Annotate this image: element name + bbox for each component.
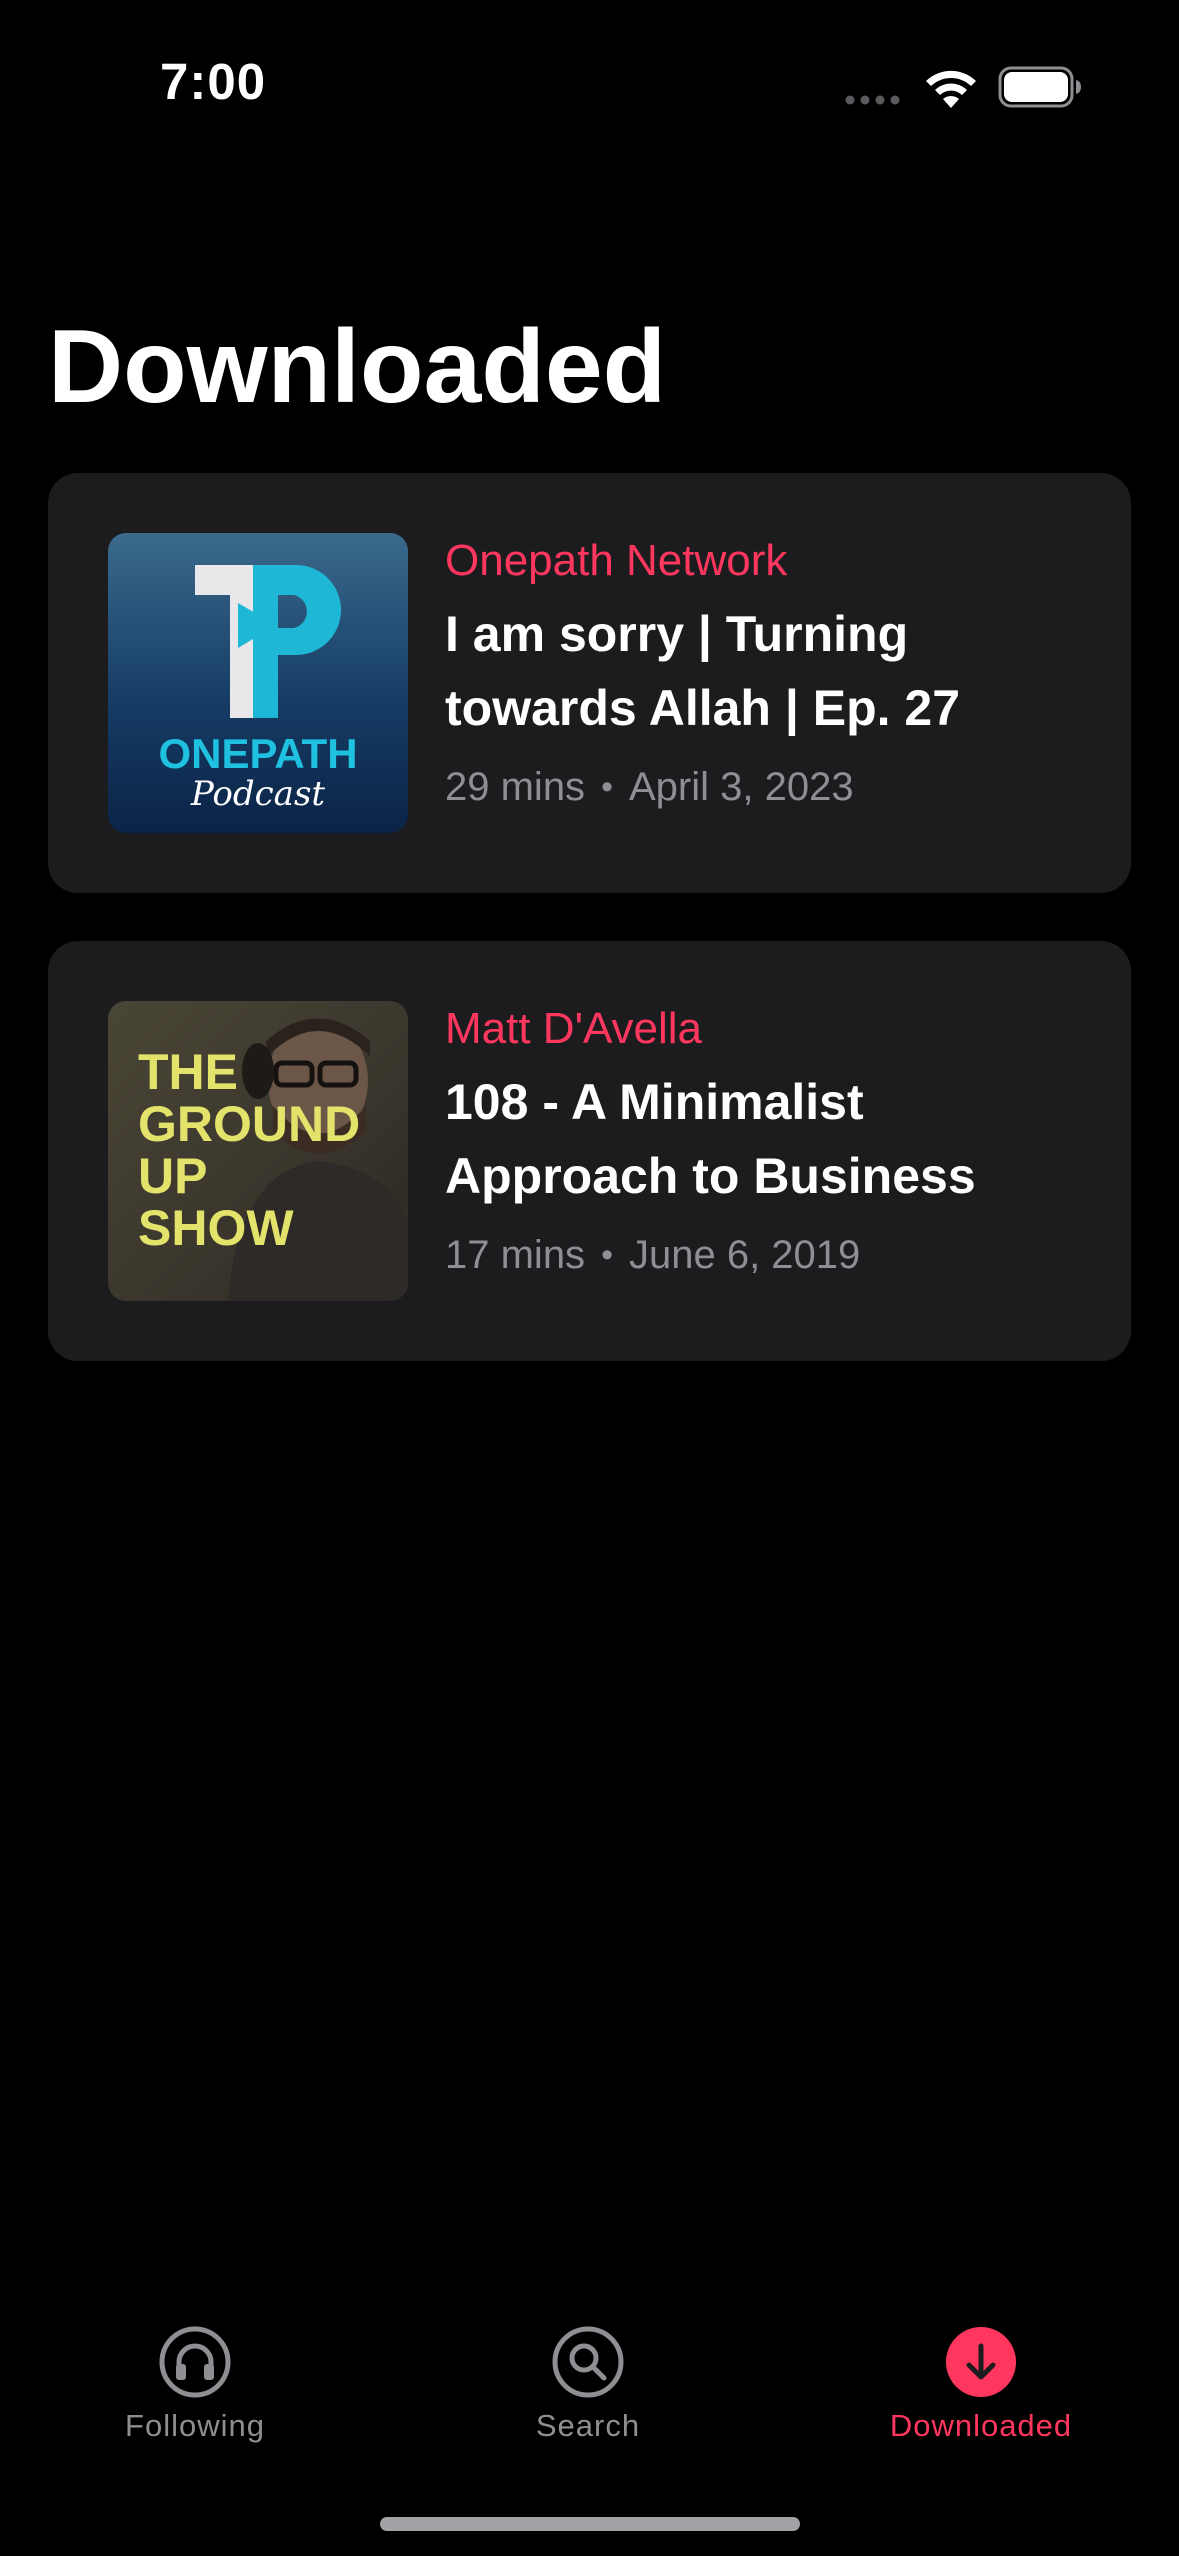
tab-downloaded[interactable]: Downloaded [831,2326,1131,2466]
artwork-title-line-4: SHOW [138,1200,294,1256]
artwork-brand-bottom: Podcast [190,774,325,814]
episode-info: Matt D'Avella 108 - A Minimalist Approac… [445,1003,1085,1278]
episode-card[interactable]: THE GROUND UP SHOW Matt D'Avella 108 - A… [48,941,1131,1361]
artwork-title-line-2: GROUND [138,1096,360,1152]
artwork-title-line-3: UP [138,1148,207,1204]
home-indicator[interactable] [380,2517,800,2531]
battery-icon [998,66,1081,108]
tab-following[interactable]: Following [45,2326,345,2466]
tab-search[interactable]: Search [438,2326,738,2466]
wifi-icon [926,70,976,108]
episode-info: Onepath Network I am sorry | Turning tow… [445,535,1085,810]
show-name[interactable]: Onepath Network [445,535,1085,587]
episode-card[interactable]: ONEPATH Podcast Onepath Network I am sor… [48,473,1131,893]
download-arrow-icon [946,2327,1016,2397]
tab-bar: Following Search Downloaded [0,2300,1179,2480]
episode-meta: 17 mins • June 6, 2019 [445,1233,1085,1278]
cellular-signal-icon [845,95,900,105]
meta-separator: • [601,768,613,806]
episode-meta: 29 mins • April 3, 2023 [445,765,1085,810]
status-time: 7:00 [160,53,267,110]
tab-label: Downloaded [889,2408,1073,2443]
podcast-artwork: THE GROUND UP SHOW [108,1001,408,1301]
show-name[interactable]: Matt D'Avella [445,1003,1085,1055]
headphones-icon [159,2326,231,2398]
podcast-artwork: ONEPATH Podcast [108,533,408,833]
magnifier-icon [552,2326,624,2398]
status-bar: 7:00 [0,0,1179,176]
page-title: Downloaded [48,309,667,425]
episode-date: April 3, 2023 [628,765,854,809]
tab-label: Search [535,2408,641,2443]
artwork-title-line-1: THE [138,1044,238,1100]
tab-label: Following [125,2408,265,2443]
episode-duration: 17 mins [445,1233,586,1277]
artwork-brand-top: ONEPATH [158,730,357,777]
episode-title: I am sorry | Turning towards Allah | Ep.… [445,606,961,736]
meta-separator: • [601,1236,613,1274]
episode-date: June 6, 2019 [628,1233,861,1277]
episode-title: 108 - A Minimalist Approach to Business [445,1074,976,1204]
episode-duration: 29 mins [445,765,586,809]
